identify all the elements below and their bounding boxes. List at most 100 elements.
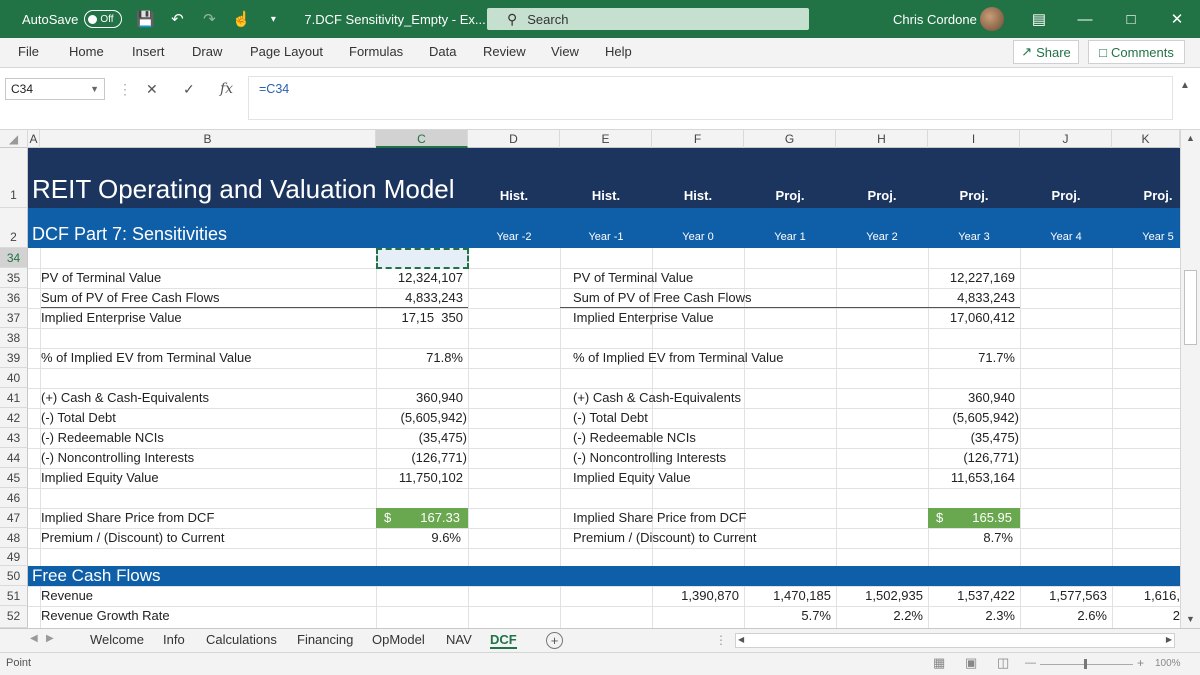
column-header-b[interactable]: B — [40, 130, 376, 148]
row-header-48[interactable]: 48 — [0, 528, 28, 548]
row-header-50[interactable]: 50 — [0, 566, 28, 586]
row-header-43[interactable]: 43 — [0, 428, 28, 448]
left-pct-tv-label[interactable]: % of Implied EV from Terminal Value — [41, 348, 252, 368]
right-share-price-cell[interactable]: $165.95 — [928, 508, 1020, 528]
close-icon[interactable]: ✕ — [1154, 0, 1200, 38]
row-header-46[interactable]: 46 — [0, 488, 28, 508]
left-nci-label[interactable]: (-) Noncontrolling Interests — [41, 448, 194, 468]
row-header-44[interactable]: 44 — [0, 448, 28, 468]
left-cash-value[interactable]: 360,940 — [376, 388, 463, 408]
more-icon[interactable]: ⋮ — [715, 633, 727, 647]
sheet-nav-arrows-icon[interactable]: ◀ ▶ — [30, 633, 54, 644]
right-redeemable-value[interactable]: (35,475) — [928, 428, 1019, 448]
row-header-2[interactable]: 2 — [0, 208, 28, 248]
revenue-f[interactable]: 1,390,870 — [652, 586, 739, 606]
minimize-icon[interactable]: — — [1062, 0, 1108, 38]
revenue-h[interactable]: 1,502,935 — [836, 586, 923, 606]
sheet-tab-welcome[interactable]: Welcome — [90, 632, 144, 647]
cancel-icon[interactable]: ✕ — [146, 78, 158, 100]
row-header-1[interactable]: 1 — [0, 148, 28, 208]
right-cash-value[interactable]: 360,940 — [928, 388, 1015, 408]
period-type-f[interactable]: Hist. — [652, 188, 744, 203]
zoom-in-icon[interactable]: + — [1137, 656, 1144, 670]
row-header-38[interactable]: 38 — [0, 328, 28, 348]
fcf-title[interactable]: Free Cash Flows — [32, 566, 160, 586]
name-box[interactable]: C34 ▼ — [5, 78, 105, 100]
formula-input[interactable]: =C34 — [248, 76, 1173, 120]
sheet-tab-calculations[interactable]: Calculations — [206, 632, 277, 647]
tab-view[interactable]: View — [551, 44, 579, 59]
zoom-slider-thumb[interactable] — [1084, 659, 1087, 669]
right-premium-label[interactable]: Premium / (Discount) to Current — [573, 528, 757, 548]
year-g[interactable]: Year 1 — [744, 231, 836, 243]
tab-review[interactable]: Review — [483, 44, 526, 59]
right-debt-label[interactable]: (-) Total Debt — [573, 408, 648, 428]
left-debt-label[interactable]: (-) Total Debt — [41, 408, 116, 428]
year-f[interactable]: Year 0 — [652, 231, 744, 243]
column-header-j[interactable]: J — [1020, 130, 1112, 148]
left-redeemable-value[interactable]: (35,475) — [376, 428, 467, 448]
right-pv-terminal-label[interactable]: PV of Terminal Value — [573, 268, 693, 288]
left-debt-value[interactable]: (5,605,942) — [376, 408, 468, 428]
growth-g[interactable]: 5.7% — [744, 606, 831, 626]
column-header-c[interactable]: C — [376, 130, 468, 148]
left-equity-label[interactable]: Implied Equity Value — [41, 468, 159, 488]
period-type-d[interactable]: Hist. — [468, 188, 560, 203]
section-title[interactable]: DCF Part 7: Sensitivities — [32, 224, 227, 245]
scroll-up-icon[interactable]: ▲ — [1186, 133, 1195, 143]
tab-formulas[interactable]: Formulas — [349, 44, 403, 59]
tab-data[interactable]: Data — [429, 44, 456, 59]
tab-insert[interactable]: Insert — [132, 44, 165, 59]
sheet-tab-opmodel[interactable]: OpModel — [372, 632, 425, 647]
row-header-39[interactable]: 39 — [0, 348, 28, 368]
left-pv-terminal-value[interactable]: 12,324,107 — [376, 268, 463, 288]
zoom-out-icon[interactable]: — — [1025, 657, 1036, 669]
scroll-right-icon[interactable]: ▶ — [1166, 635, 1172, 644]
period-type-e[interactable]: Hist. — [560, 188, 652, 203]
vertical-scrollbar[interactable]: ▲ ▼ — [1180, 130, 1200, 628]
left-premium-value[interactable]: 9.6% — [376, 528, 461, 548]
maximize-icon[interactable]: □ — [1108, 0, 1154, 38]
add-sheet-icon[interactable]: + — [546, 632, 563, 649]
search-box[interactable]: ⚲ Search — [487, 8, 809, 30]
row-header-34[interactable]: 34 — [0, 248, 28, 268]
tab-help[interactable]: Help — [605, 44, 632, 59]
column-header-i[interactable]: I — [928, 130, 1020, 148]
tab-draw[interactable]: Draw — [192, 44, 222, 59]
selected-cell-c34[interactable] — [376, 248, 469, 269]
tab-page-layout[interactable]: Page Layout — [250, 44, 323, 59]
growth-k[interactable]: 2 — [1112, 606, 1180, 626]
right-pv-terminal-value[interactable]: 12,227,169 — [928, 268, 1015, 288]
autosave-toggle[interactable]: Off — [84, 10, 123, 28]
sheet-tab-nav[interactable]: NAV — [446, 632, 472, 647]
row-header-36[interactable]: 36 — [0, 288, 28, 308]
tab-file[interactable]: File — [18, 44, 39, 59]
year-e[interactable]: Year -1 — [560, 231, 652, 243]
right-cash-label[interactable]: (+) Cash & Cash-Equivalents — [573, 388, 741, 408]
left-equity-value[interactable]: 11,750,102 — [376, 468, 463, 488]
normal-view-icon[interactable]: ▦ — [933, 655, 945, 671]
left-sum-pv-value[interactable]: 4,833,243 — [376, 288, 463, 308]
left-pv-terminal-label[interactable]: PV of Terminal Value — [41, 268, 161, 288]
row-header-45[interactable]: 45 — [0, 468, 28, 488]
user-name[interactable]: Chris Cordone — [893, 12, 977, 27]
revenue-label[interactable]: Revenue — [41, 586, 93, 606]
right-sum-pv-value[interactable]: 4,833,243 — [928, 288, 1015, 308]
right-equity-value[interactable]: 11,653,164 — [928, 468, 1015, 488]
chevron-down-icon[interactable]: ▼ — [90, 79, 99, 99]
left-pct-tv-value[interactable]: 71.8% — [376, 348, 463, 368]
growth-j[interactable]: 2.6% — [1020, 606, 1107, 626]
ribbon-display-icon[interactable]: ▤ — [1016, 0, 1062, 38]
revenue-g[interactable]: 1,470,185 — [744, 586, 831, 606]
right-nci-value[interactable]: (126,771) — [928, 448, 1019, 468]
left-premium-label[interactable]: Premium / (Discount) to Current — [41, 528, 225, 548]
left-share-price-cell[interactable]: $167.33 — [376, 508, 468, 528]
year-i[interactable]: Year 3 — [928, 231, 1020, 243]
right-equity-label[interactable]: Implied Equity Value — [573, 468, 691, 488]
select-all-corner[interactable]: ◢ — [0, 130, 28, 148]
right-pct-tv-label[interactable]: % of Implied EV from Terminal Value — [573, 348, 784, 368]
column-header-e[interactable]: E — [560, 130, 652, 148]
redo-icon[interactable]: ↷ — [200, 10, 218, 28]
scroll-left-icon[interactable]: ◀ — [738, 635, 744, 644]
avatar[interactable] — [980, 7, 1004, 31]
